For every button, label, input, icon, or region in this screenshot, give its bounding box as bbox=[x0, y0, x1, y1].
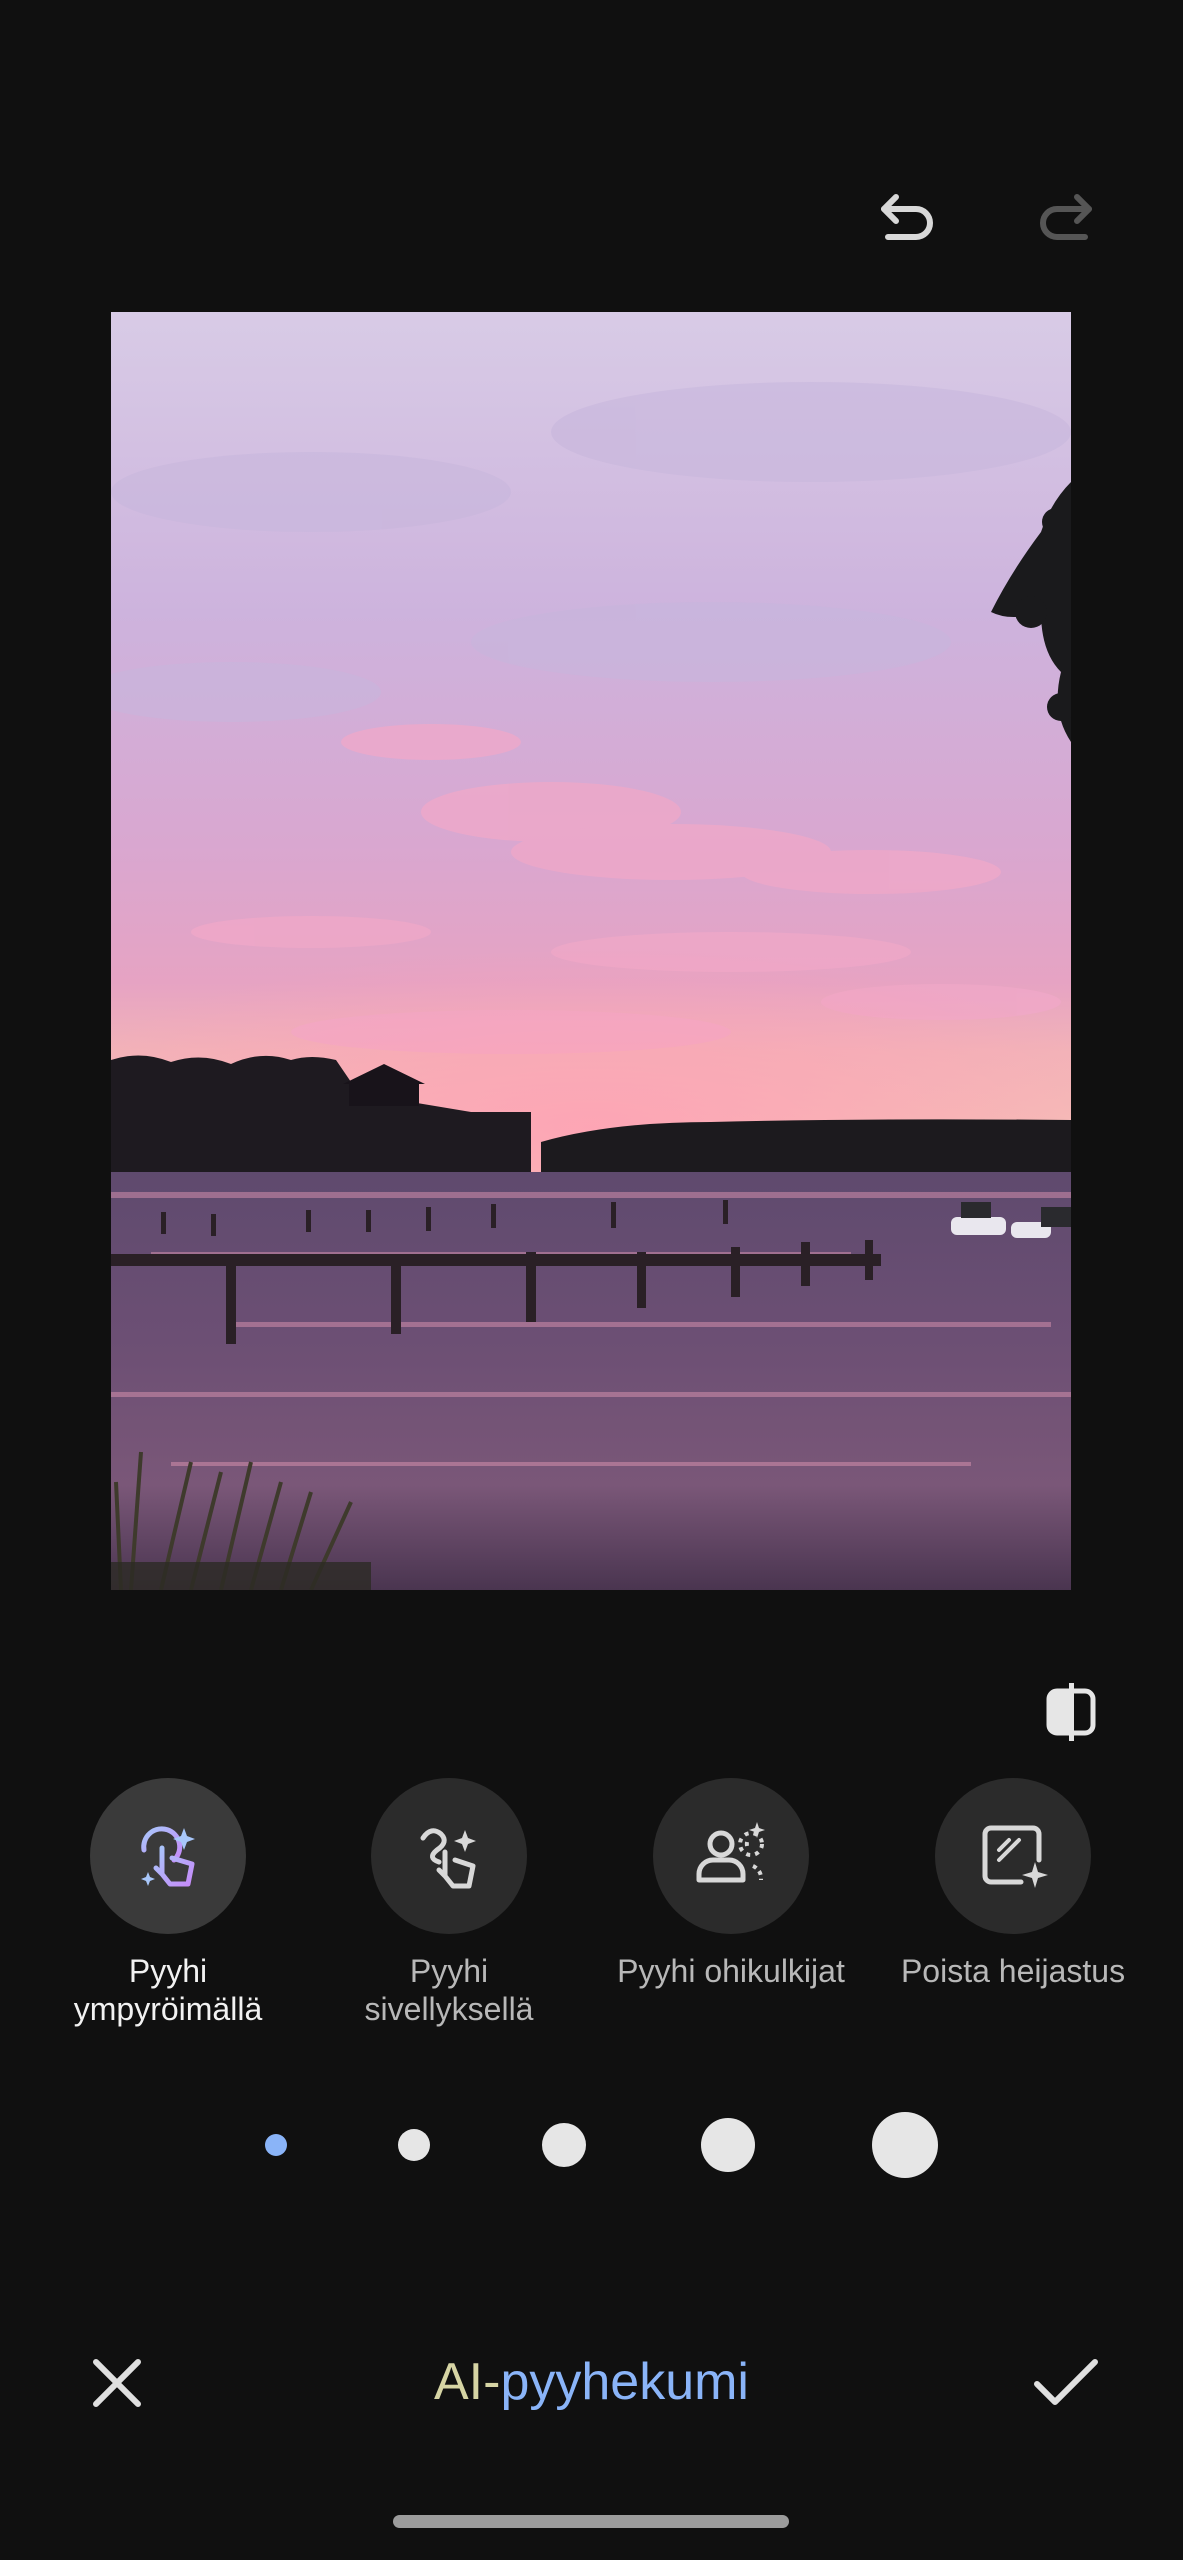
tool-label: Pyyhi ohikulkijat bbox=[617, 1953, 845, 1989]
brush-size-1[interactable] bbox=[265, 2134, 287, 2156]
brush-size-2[interactable] bbox=[398, 2129, 430, 2161]
home-indicator[interactable] bbox=[393, 2515, 789, 2528]
remove-reflection-icon bbox=[982, 1825, 1048, 1888]
title-ai-prefix: AI- bbox=[433, 2353, 501, 2411]
circle-to-erase-icon bbox=[141, 1826, 195, 1887]
brush-size-4[interactable] bbox=[701, 2118, 755, 2172]
tool-brush-erase[interactable]: Pyyhi sivellyksellä bbox=[308, 1778, 590, 2028]
tool-circle bbox=[90, 1778, 246, 1934]
tool-label: Poista heijastus bbox=[900, 1953, 1126, 1989]
brush-size-selector bbox=[0, 2105, 1183, 2185]
bottom-bar: AI-pyyhekumi bbox=[0, 2340, 1183, 2424]
redo-button[interactable] bbox=[1032, 186, 1098, 252]
tool-circle bbox=[653, 1778, 809, 1934]
screen-title: AI-pyyhekumi bbox=[0, 2352, 1183, 2412]
compare-icon bbox=[1046, 1683, 1096, 1741]
brush-size-5[interactable] bbox=[872, 2112, 938, 2178]
tool-circle bbox=[935, 1778, 1091, 1934]
tool-label: Pyyhi ympyröimällä bbox=[73, 1953, 263, 2027]
tool-circle bbox=[371, 1778, 527, 1934]
redo-icon bbox=[1040, 194, 1092, 240]
brush-erase-icon bbox=[420, 1828, 476, 1889]
compare-button[interactable] bbox=[1040, 1680, 1104, 1744]
confirm-button[interactable] bbox=[1026, 2348, 1106, 2418]
tool-circle-to-erase[interactable]: Pyyhi ympyröimällä bbox=[27, 1778, 309, 2028]
undo-button[interactable] bbox=[875, 186, 941, 252]
check-icon bbox=[1034, 2359, 1098, 2405]
erase-mode-toolbar: Pyyhi ympyröimällä Pyyhi sivellyksellä P… bbox=[0, 1778, 1183, 2038]
tool-remove-reflection[interactable]: Poista heijastus bbox=[872, 1778, 1154, 1990]
lake-sunset-photo bbox=[111, 312, 1071, 1590]
brush-size-3[interactable] bbox=[542, 2123, 586, 2167]
tool-label: Pyyhi sivellyksellä bbox=[364, 1953, 534, 2027]
title-text: pyyhekumi bbox=[500, 2353, 749, 2411]
ai-eraser-screen: Pyyhi ympyröimällä Pyyhi sivellyksellä P… bbox=[0, 0, 1183, 2560]
photo-canvas[interactable] bbox=[111, 312, 1071, 1590]
remove-people-icon bbox=[696, 1822, 765, 1883]
tool-remove-people[interactable]: Pyyhi ohikulkijat bbox=[590, 1778, 872, 1990]
undo-icon bbox=[881, 194, 933, 240]
